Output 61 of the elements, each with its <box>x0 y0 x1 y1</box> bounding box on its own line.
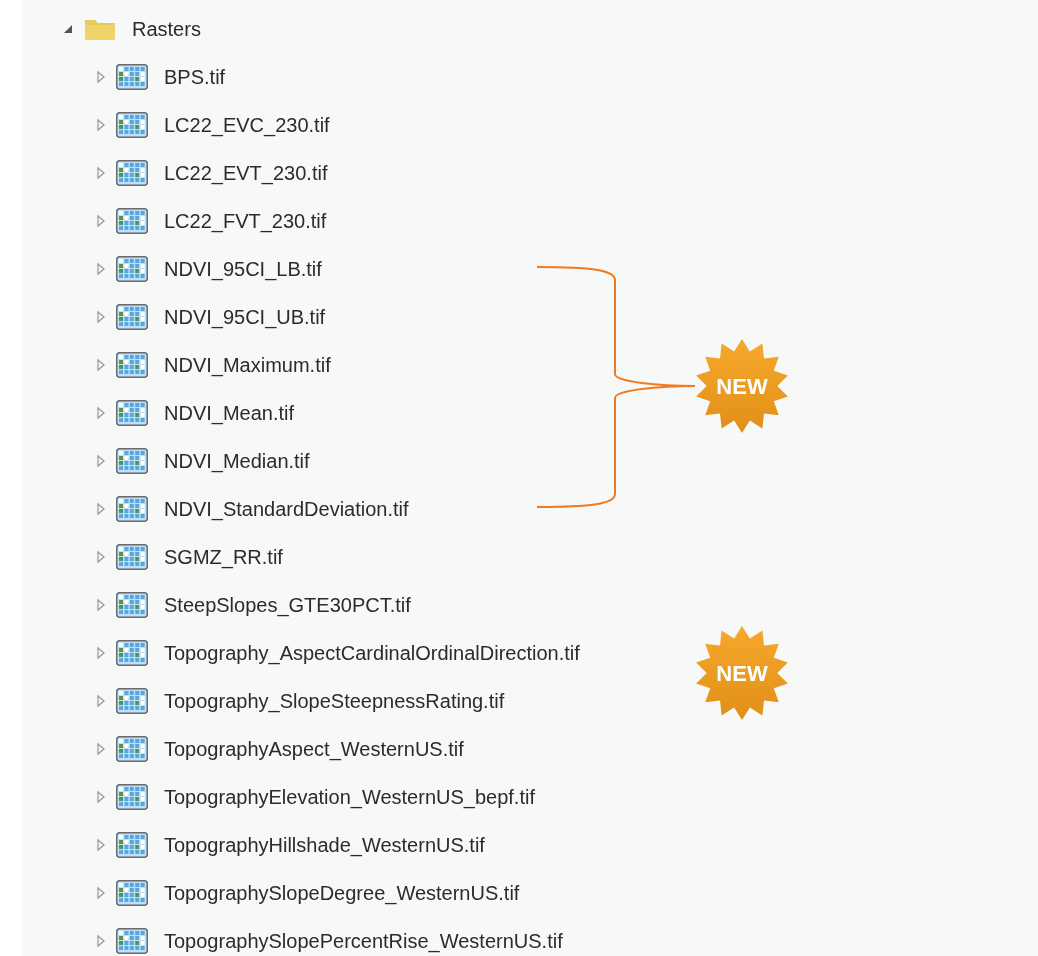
raster-grid-icon <box>116 208 148 234</box>
folder-icon <box>84 17 116 41</box>
raster-grid-icon <box>116 304 148 330</box>
raster-grid-icon <box>116 64 148 90</box>
collapsed-caret-icon[interactable] <box>96 694 106 708</box>
new-badge: NEW <box>693 624 791 722</box>
collapsed-caret-icon[interactable] <box>96 838 106 852</box>
raster-label[interactable]: LC22_EVC_230.tif <box>164 110 330 140</box>
collapsed-caret-icon[interactable] <box>96 118 106 132</box>
new-badge: NEW <box>693 337 791 435</box>
raster-grid-icon <box>116 592 148 618</box>
raster-grid-icon <box>116 352 148 378</box>
raster-grid-icon <box>116 832 148 858</box>
collapsed-caret-icon[interactable] <box>96 502 106 516</box>
collapsed-caret-icon[interactable] <box>96 646 106 660</box>
raster-grid-icon <box>116 112 148 138</box>
expanded-caret-icon[interactable] <box>62 23 74 35</box>
raster-grid-icon <box>116 880 148 906</box>
collapsed-caret-icon[interactable] <box>96 406 106 420</box>
raster-label[interactable]: TopographySlopeDegree_WesternUS.tif <box>164 878 520 908</box>
raster-grid-icon <box>116 736 148 762</box>
raster-label[interactable]: TopographyAspect_WesternUS.tif <box>164 734 464 764</box>
raster-grid-icon <box>116 160 148 186</box>
raster-label[interactable]: NDVI_95CI_LB.tif <box>164 254 322 284</box>
folder-label[interactable]: Rasters <box>132 14 201 44</box>
collapsed-caret-icon[interactable] <box>96 790 106 804</box>
raster-grid-icon <box>116 544 148 570</box>
collapsed-caret-icon[interactable] <box>96 934 106 948</box>
raster-label[interactable]: NDVI_Median.tif <box>164 446 310 476</box>
collapsed-caret-icon[interactable] <box>96 262 106 276</box>
raster-label[interactable]: NDVI_Mean.tif <box>164 398 295 428</box>
raster-grid-icon <box>116 496 148 522</box>
collapsed-caret-icon[interactable] <box>96 310 106 324</box>
raster-label[interactable]: TopographyHillshade_WesternUS.tif <box>164 830 485 860</box>
raster-label[interactable]: LC22_FVT_230.tif <box>164 206 327 236</box>
raster-label[interactable]: Topography_AspectCardinalOrdinalDirection.tif <box>164 638 580 668</box>
raster-label[interactable]: NDVI_95CI_UB.tif <box>164 302 326 332</box>
raster-label[interactable]: SteepSlopes_GTE30PCT.tif <box>164 590 411 620</box>
collapsed-caret-icon[interactable] <box>96 742 106 756</box>
raster-label[interactable]: NDVI_Maximum.tif <box>164 350 331 380</box>
collapsed-caret-icon[interactable] <box>96 886 106 900</box>
raster-label[interactable]: NDVI_StandardDeviation.tif <box>164 494 409 524</box>
raster-label[interactable]: TopographyElevation_WesternUS_bepf.tif <box>164 782 535 812</box>
collapsed-caret-icon[interactable] <box>96 454 106 468</box>
collapsed-caret-icon[interactable] <box>96 214 106 228</box>
raster-grid-icon <box>116 256 148 282</box>
raster-grid-icon <box>116 400 148 426</box>
collapsed-caret-icon[interactable] <box>96 550 106 564</box>
raster-label[interactable]: Topography_SlopeSteepnessRating.tif <box>164 686 505 716</box>
collapsed-caret-icon[interactable] <box>96 70 106 84</box>
raster-label[interactable]: BPS.tif <box>164 62 226 92</box>
collapsed-caret-icon[interactable] <box>96 598 106 612</box>
raster-grid-icon <box>116 784 148 810</box>
raster-grid-icon <box>116 448 148 474</box>
raster-label[interactable]: SGMZ_RR.tif <box>164 542 283 572</box>
raster-grid-icon <box>116 640 148 666</box>
raster-label[interactable]: TopographySlopePercentRise_WesternUS.tif <box>164 926 563 956</box>
raster-label[interactable]: LC22_EVT_230.tif <box>164 158 328 188</box>
collapsed-caret-icon[interactable] <box>96 166 106 180</box>
collapsed-caret-icon[interactable] <box>96 358 106 372</box>
raster-grid-icon <box>116 688 148 714</box>
